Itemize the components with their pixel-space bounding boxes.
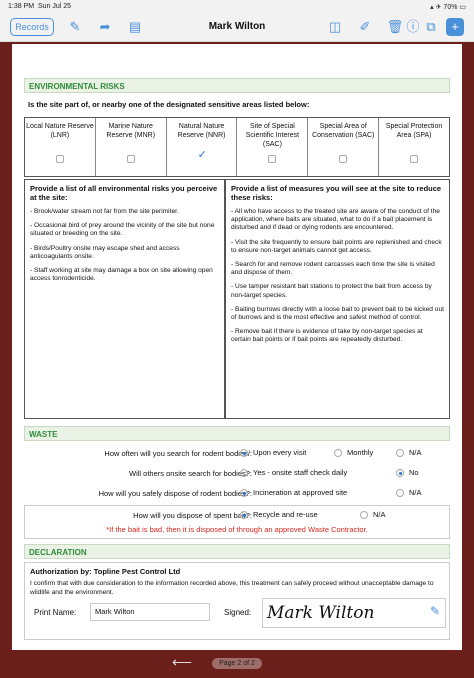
checkbox[interactable]	[268, 155, 277, 163]
measure-item: - Visit the site frequently to ensure ba…	[231, 238, 442, 254]
area-spa[interactable]: Special Protection Area (SPA)	[379, 118, 449, 176]
status-time: 1:38 PM Sun Jul 25	[8, 3, 72, 10]
question-label: How will you dispose of spent bait?:	[133, 511, 252, 520]
area-lnr[interactable]: Local Nature Reserve (LNR)	[25, 118, 96, 176]
radio-button[interactable]	[334, 449, 342, 457]
share-icon[interactable]: ➦	[96, 18, 114, 36]
pen-icon[interactable]: ✐	[356, 18, 374, 36]
authorization-text: Authorization by: Topline Pest Control L…	[30, 567, 181, 576]
info-icon[interactable]: ⓘ	[404, 18, 422, 36]
risk-item: - Occasional bird of prey around the vic…	[30, 222, 215, 238]
risk-item: - Brook/water stream not far from the si…	[30, 208, 179, 215]
print-name-label: Print Name:	[34, 608, 77, 617]
area-mnr[interactable]: Marine Nature Reserve (MNR)	[96, 118, 167, 176]
file-icon[interactable]: ◫	[326, 18, 344, 36]
signed-label: Signed:	[224, 608, 252, 617]
radio-button[interactable]	[240, 489, 248, 497]
check-icon[interactable]: ✓	[198, 150, 207, 161]
toolbar: Records ✎ ➦ ▤ Mark Wilton ◫ ✐ 🗑 ⓘ ⧉ +	[0, 14, 474, 42]
checkbox[interactable]	[339, 155, 348, 163]
option-label: Monthly	[347, 448, 374, 457]
sensitive-areas-grid: Local Nature Reserve (LNR) Marine Nature…	[24, 117, 450, 177]
measure-item: - All who have access to the treated sit…	[231, 208, 440, 232]
option-label: Yes - onsite staff check daily	[253, 468, 348, 477]
waste-row-spent-bait: How will you dispose of spent bait?: Rec…	[24, 506, 450, 526]
risk-item: - Birds/Poultry onsite may escape shed a…	[30, 244, 180, 260]
radio-button[interactable]	[240, 449, 248, 457]
radio-button[interactable]	[396, 489, 404, 497]
page-indicator: Page 2 of 2	[212, 658, 262, 669]
pen-icon[interactable]: ✎	[430, 604, 440, 618]
risks-box[interactable]: Provide a list of all environmental risk…	[24, 179, 225, 419]
risks-title: Provide a list of all environmental risk…	[30, 184, 218, 202]
print-name-field[interactable]: Mark Wilton	[90, 603, 210, 621]
measure-item: - Baiting burrows directly with a loose …	[231, 305, 444, 322]
copy-icon[interactable]: ⧉	[422, 18, 440, 36]
status-bar: 1:38 PM Sun Jul 25 ▴ ✈ 70% ▭	[0, 0, 474, 14]
radio-button[interactable]	[396, 469, 404, 477]
option-label: N/A	[409, 448, 422, 457]
add-icon[interactable]: +	[446, 18, 464, 36]
back-arrow-icon[interactable]: ⟵	[172, 654, 192, 671]
trash-icon[interactable]: 🗑	[386, 18, 404, 36]
status-battery: ▴ ✈ 70% ▭	[430, 4, 466, 11]
measures-box[interactable]: Provide a list of measures you will see …	[225, 179, 450, 419]
records-button[interactable]: Records	[10, 18, 54, 36]
area-sssi[interactable]: Site of Special Scientific Interest (SAC…	[237, 118, 309, 176]
area-nnr[interactable]: Natural Nature Reserve (NNR) ✓	[167, 118, 238, 176]
radio-button[interactable]	[360, 511, 368, 519]
spent-bait-note: *If the bait is bad, then it is disposed…	[106, 525, 368, 534]
area-sac[interactable]: Special Area of Conservation (SAC)	[308, 118, 380, 176]
option-label: N/A	[409, 488, 422, 497]
question-label: How will you safely dispose of rodent bo…	[98, 489, 252, 498]
option-label: N/A	[373, 510, 386, 519]
option-label: Upon every visit	[253, 448, 307, 457]
footer-bar: ⟵ Page 2 of 2	[0, 650, 474, 678]
waste-heading: WASTE	[24, 426, 450, 441]
waste-row-search: How often will you search for rodent bod…	[24, 444, 450, 464]
checkbox[interactable]	[126, 155, 135, 163]
radio-button[interactable]	[240, 469, 248, 477]
option-label: Incineration at approved site	[253, 488, 348, 497]
option-label: Recycle and re-use	[253, 510, 318, 519]
question-label: Will others onsite search for bodies?:	[129, 469, 252, 478]
risk-item: - Staff working at site may damage a box…	[30, 267, 213, 283]
declaration-heading: DECLARATION	[24, 544, 450, 559]
signature-field[interactable]: Mark Wilton	[262, 598, 446, 628]
option-label: No	[409, 468, 419, 477]
checkbox[interactable]	[410, 155, 419, 163]
document-icon[interactable]: ▤	[126, 18, 144, 36]
brush-icon[interactable]: ✎	[66, 18, 84, 36]
waste-row-others: Will others onsite search for bodies?: Y…	[24, 464, 450, 484]
environmental-heading: ENVIRONMENTAL RISKS	[24, 78, 450, 93]
checkbox[interactable]	[55, 155, 64, 163]
sensitive-areas-question: Is the site part of, or nearby one of th…	[28, 100, 310, 109]
waste-row-dispose-bodies: How will you safely dispose of rodent bo…	[24, 484, 450, 504]
measure-item: - Search for and remove rodent carcasses…	[231, 261, 435, 277]
radio-button[interactable]	[240, 511, 248, 519]
measure-item: - Remove bait if there is evidence of ta…	[231, 328, 423, 344]
measures-title: Provide a list of measures you will see …	[231, 184, 442, 202]
question-label: How often will you search for rodent bod…	[104, 449, 252, 458]
measure-item: - Use tamper resistant bait stations to …	[231, 283, 432, 299]
radio-button[interactable]	[396, 449, 404, 457]
declaration-statement: I confirm that with due consideration to…	[30, 580, 434, 596]
